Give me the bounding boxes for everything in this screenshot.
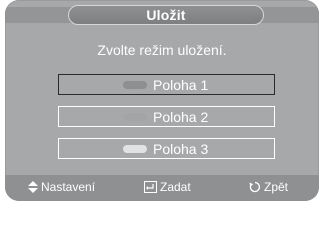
dialog-title: Uložit bbox=[68, 5, 264, 25]
option-swatch bbox=[123, 112, 147, 121]
option-label: Poloha 1 bbox=[153, 76, 209, 93]
footer-hint-bar: Nastavení Zadat Zpět bbox=[5, 175, 319, 201]
screen: Uložit Zvolte režim uložení. Poloha 1 Po… bbox=[0, 0, 329, 207]
option-poloha-3[interactable]: Poloha 3 bbox=[58, 138, 275, 159]
footer-return-label: Zpět bbox=[264, 180, 289, 194]
footer-return: Zpět bbox=[249, 180, 288, 194]
option-poloha-2[interactable]: Poloha 2 bbox=[58, 106, 275, 127]
dialog-prompt: Zvolte režim uložení. bbox=[97, 42, 227, 58]
save-dialog: Uložit Zvolte režim uložení. Poloha 1 Po… bbox=[5, 0, 319, 201]
option-label: Poloha 2 bbox=[153, 108, 209, 125]
option-poloha-1[interactable]: Poloha 1 bbox=[58, 74, 275, 95]
option-label: Poloha 3 bbox=[153, 140, 209, 157]
option-swatch bbox=[123, 144, 147, 153]
return-icon bbox=[249, 181, 261, 193]
footer-navigate: Nastavení bbox=[28, 180, 95, 194]
option-swatch bbox=[123, 80, 147, 89]
footer-enter: Zadat bbox=[144, 180, 191, 194]
footer-navigate-label: Nastavení bbox=[41, 180, 96, 194]
footer-enter-label: Zadat bbox=[160, 180, 191, 194]
up-down-arrows-icon bbox=[28, 181, 38, 193]
enter-icon bbox=[144, 181, 157, 193]
